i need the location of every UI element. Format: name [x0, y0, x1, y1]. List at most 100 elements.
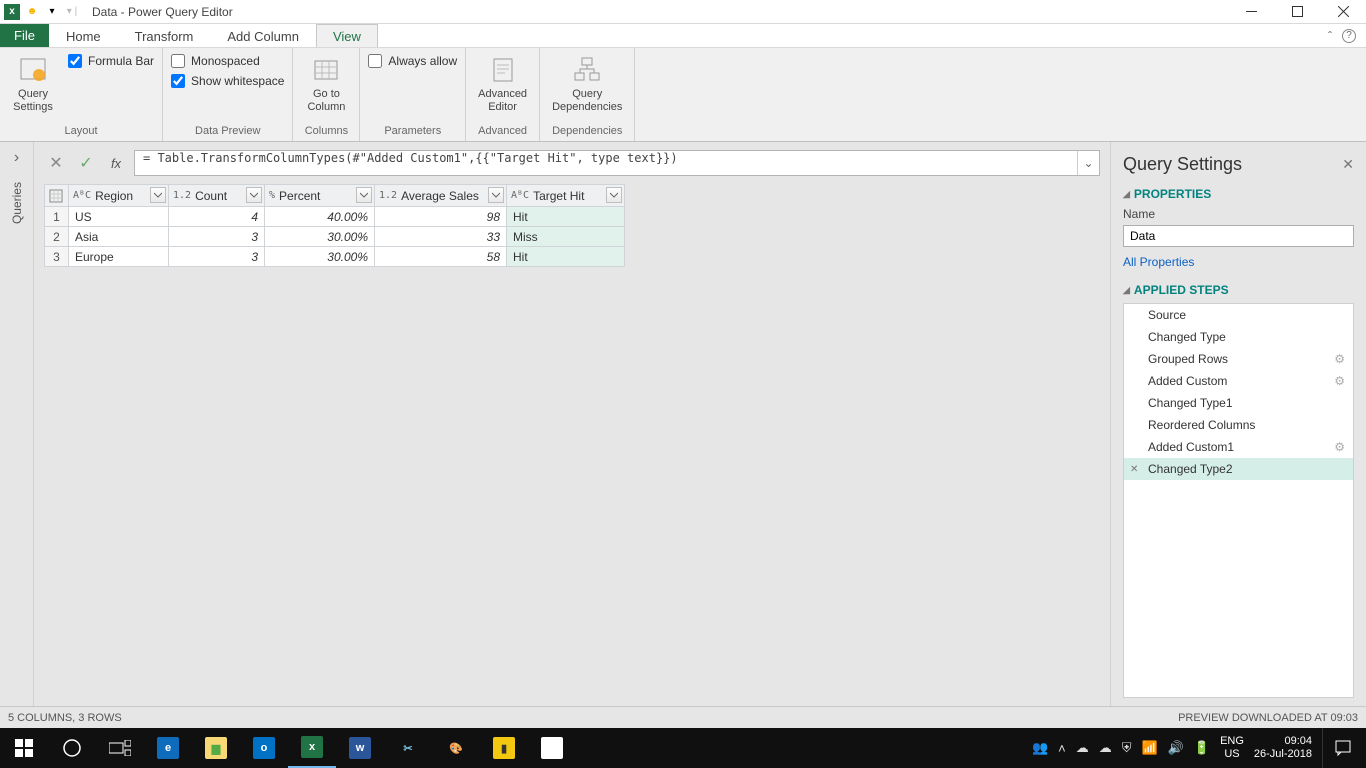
powerbi-taskbar-icon[interactable]: ▮ [480, 728, 528, 768]
cell[interactable]: Miss [507, 227, 625, 247]
network-tray-icon[interactable]: 📶 [1142, 740, 1158, 756]
column-filter-icon[interactable] [488, 187, 504, 203]
cell[interactable]: 3 [169, 247, 265, 267]
column-header-target-hit[interactable]: AᴮCTarget Hit [507, 185, 625, 207]
expand-queries-icon[interactable]: › [7, 148, 27, 168]
file-tab[interactable]: File [0, 24, 49, 47]
volume-tray-icon[interactable]: 🔊 [1168, 740, 1184, 756]
cell[interactable]: Hit [507, 207, 625, 227]
close-button[interactable] [1320, 0, 1366, 24]
cell[interactable]: Europe [69, 247, 169, 267]
clock[interactable]: 09:0426-Jul-2018 [1254, 735, 1312, 761]
applied-step[interactable]: Grouped Rows⚙ [1124, 348, 1353, 370]
cell[interactable]: 30.00% [265, 227, 375, 247]
minimize-button[interactable] [1228, 0, 1274, 24]
cell[interactable]: Asia [69, 227, 169, 247]
cell[interactable]: 98 [375, 207, 507, 227]
query-dependencies-button[interactable]: Query Dependencies [548, 52, 626, 116]
tab-transform[interactable]: Transform [118, 24, 211, 47]
cell[interactable]: 33 [375, 227, 507, 247]
column-header-count[interactable]: 1.2Count [169, 185, 265, 207]
cell[interactable]: 30.00% [265, 247, 375, 267]
table-row[interactable]: 3Europe330.00%58Hit [45, 247, 625, 267]
applied-step[interactable]: Reordered Columns [1124, 414, 1353, 436]
tab-add-column[interactable]: Add Column [210, 24, 316, 47]
tab-home[interactable]: Home [49, 24, 118, 47]
applied-step[interactable]: Changed Type2 [1124, 458, 1353, 480]
table-row[interactable]: 2Asia330.00%33Miss [45, 227, 625, 247]
language-indicator[interactable]: ENGUS [1220, 735, 1244, 761]
all-properties-link[interactable]: All Properties [1123, 255, 1194, 269]
column-filter-icon[interactable] [606, 187, 622, 203]
advanced-editor-button[interactable]: Advanced Editor [474, 52, 531, 116]
snip-taskbar-icon[interactable]: ✂ [384, 728, 432, 768]
monospaced-checkbox[interactable]: Monospaced [171, 52, 260, 70]
help-icon[interactable]: ? [1342, 29, 1356, 43]
cell[interactable]: US [69, 207, 169, 227]
query-name-input[interactable] [1123, 225, 1354, 247]
goto-column-button[interactable]: Go to Column [301, 52, 351, 116]
formula-input[interactable]: = Table.TransformColumnTypes(#"Added Cus… [134, 150, 1100, 176]
applied-step[interactable]: Changed Type [1124, 326, 1353, 348]
ribbon-collapse-icon[interactable]: ˆ [1328, 29, 1332, 43]
column-header-percent[interactable]: %Percent [265, 185, 375, 207]
table-row[interactable]: 1US440.00%98Hit [45, 207, 625, 227]
column-header-average-sales[interactable]: 1.2Average Sales [375, 185, 507, 207]
applied-steps-heading[interactable]: ◢APPLIED STEPS [1123, 283, 1354, 297]
gear-icon[interactable]: ⚙ [1334, 352, 1345, 366]
cell[interactable]: 4 [169, 207, 265, 227]
applied-step[interactable]: Added Custom⚙ [1124, 370, 1353, 392]
formula-dropdown-icon[interactable]: ⌄ [1077, 151, 1099, 175]
explorer-taskbar-icon[interactable]: ▆ [192, 728, 240, 768]
column-header-region[interactable]: AᴮCRegion [69, 185, 169, 207]
row-number[interactable]: 1 [45, 207, 69, 227]
onedrive-tray-icon[interactable]: ☁ [1076, 740, 1089, 756]
cell[interactable]: 3 [169, 227, 265, 247]
maximize-button[interactable] [1274, 0, 1320, 24]
fx-icon[interactable]: fx [104, 151, 128, 175]
onedrive2-tray-icon[interactable]: ☁ [1099, 740, 1112, 756]
row-number[interactable]: 2 [45, 227, 69, 247]
applied-step[interactable]: Source [1124, 304, 1353, 326]
cell[interactable]: 58 [375, 247, 507, 267]
row-number[interactable]: 3 [45, 247, 69, 267]
defender-tray-icon[interactable]: ⛨ [1122, 740, 1132, 756]
cell[interactable]: Hit [507, 247, 625, 267]
qat-save-icon[interactable]: ☻ [24, 4, 40, 20]
start-button[interactable] [0, 728, 48, 768]
tab-view[interactable]: View [316, 24, 378, 47]
taskview-button[interactable] [96, 728, 144, 768]
always-allow-checkbox[interactable]: Always allow [368, 52, 457, 70]
queries-rail[interactable]: › Queries [0, 142, 34, 706]
column-filter-icon[interactable] [246, 187, 262, 203]
show-whitespace-checkbox[interactable]: Show whitespace [171, 72, 284, 90]
qat-dropdown-icon[interactable]: ▾ [44, 4, 60, 20]
outlook-taskbar-icon[interactable]: o [240, 728, 288, 768]
battery-tray-icon[interactable]: 🔋 [1194, 740, 1210, 756]
applied-step[interactable]: Changed Type1 [1124, 392, 1353, 414]
query-settings-button[interactable]: Query Settings [8, 52, 58, 116]
gear-icon[interactable]: ⚙ [1334, 374, 1345, 388]
grid-corner[interactable] [45, 185, 69, 207]
cell[interactable]: 40.00% [265, 207, 375, 227]
app-taskbar-icon[interactable] [528, 728, 576, 768]
applied-steps-list[interactable]: SourceChanged TypeGrouped Rows⚙Added Cus… [1123, 303, 1354, 698]
cortana-button[interactable] [48, 728, 96, 768]
panel-close-icon[interactable]: ✕ [1342, 156, 1354, 173]
data-grid[interactable]: AᴮCRegion1.2Count%Percent1.2Average Sale… [44, 184, 625, 267]
tray-chevron-icon[interactable]: ˄ [1058, 741, 1066, 756]
excel-taskbar-icon[interactable]: x [288, 728, 336, 768]
properties-heading[interactable]: ◢PROPERTIES [1123, 187, 1354, 201]
edge-taskbar-icon[interactable]: e [144, 728, 192, 768]
people-tray-icon[interactable]: 👥 [1032, 740, 1048, 756]
formula-bar-checkbox[interactable]: Formula Bar [68, 52, 154, 70]
word-taskbar-icon[interactable]: w [336, 728, 384, 768]
applied-step[interactable]: Added Custom1⚙ [1124, 436, 1353, 458]
column-filter-icon[interactable] [150, 187, 166, 203]
action-center-icon[interactable] [1322, 728, 1362, 768]
paint-taskbar-icon[interactable]: 🎨 [432, 728, 480, 768]
formula-cancel-icon[interactable]: ✕ [44, 151, 68, 175]
column-filter-icon[interactable] [356, 187, 372, 203]
gear-icon[interactable]: ⚙ [1334, 440, 1345, 454]
formula-accept-icon[interactable]: ✓ [74, 151, 98, 175]
